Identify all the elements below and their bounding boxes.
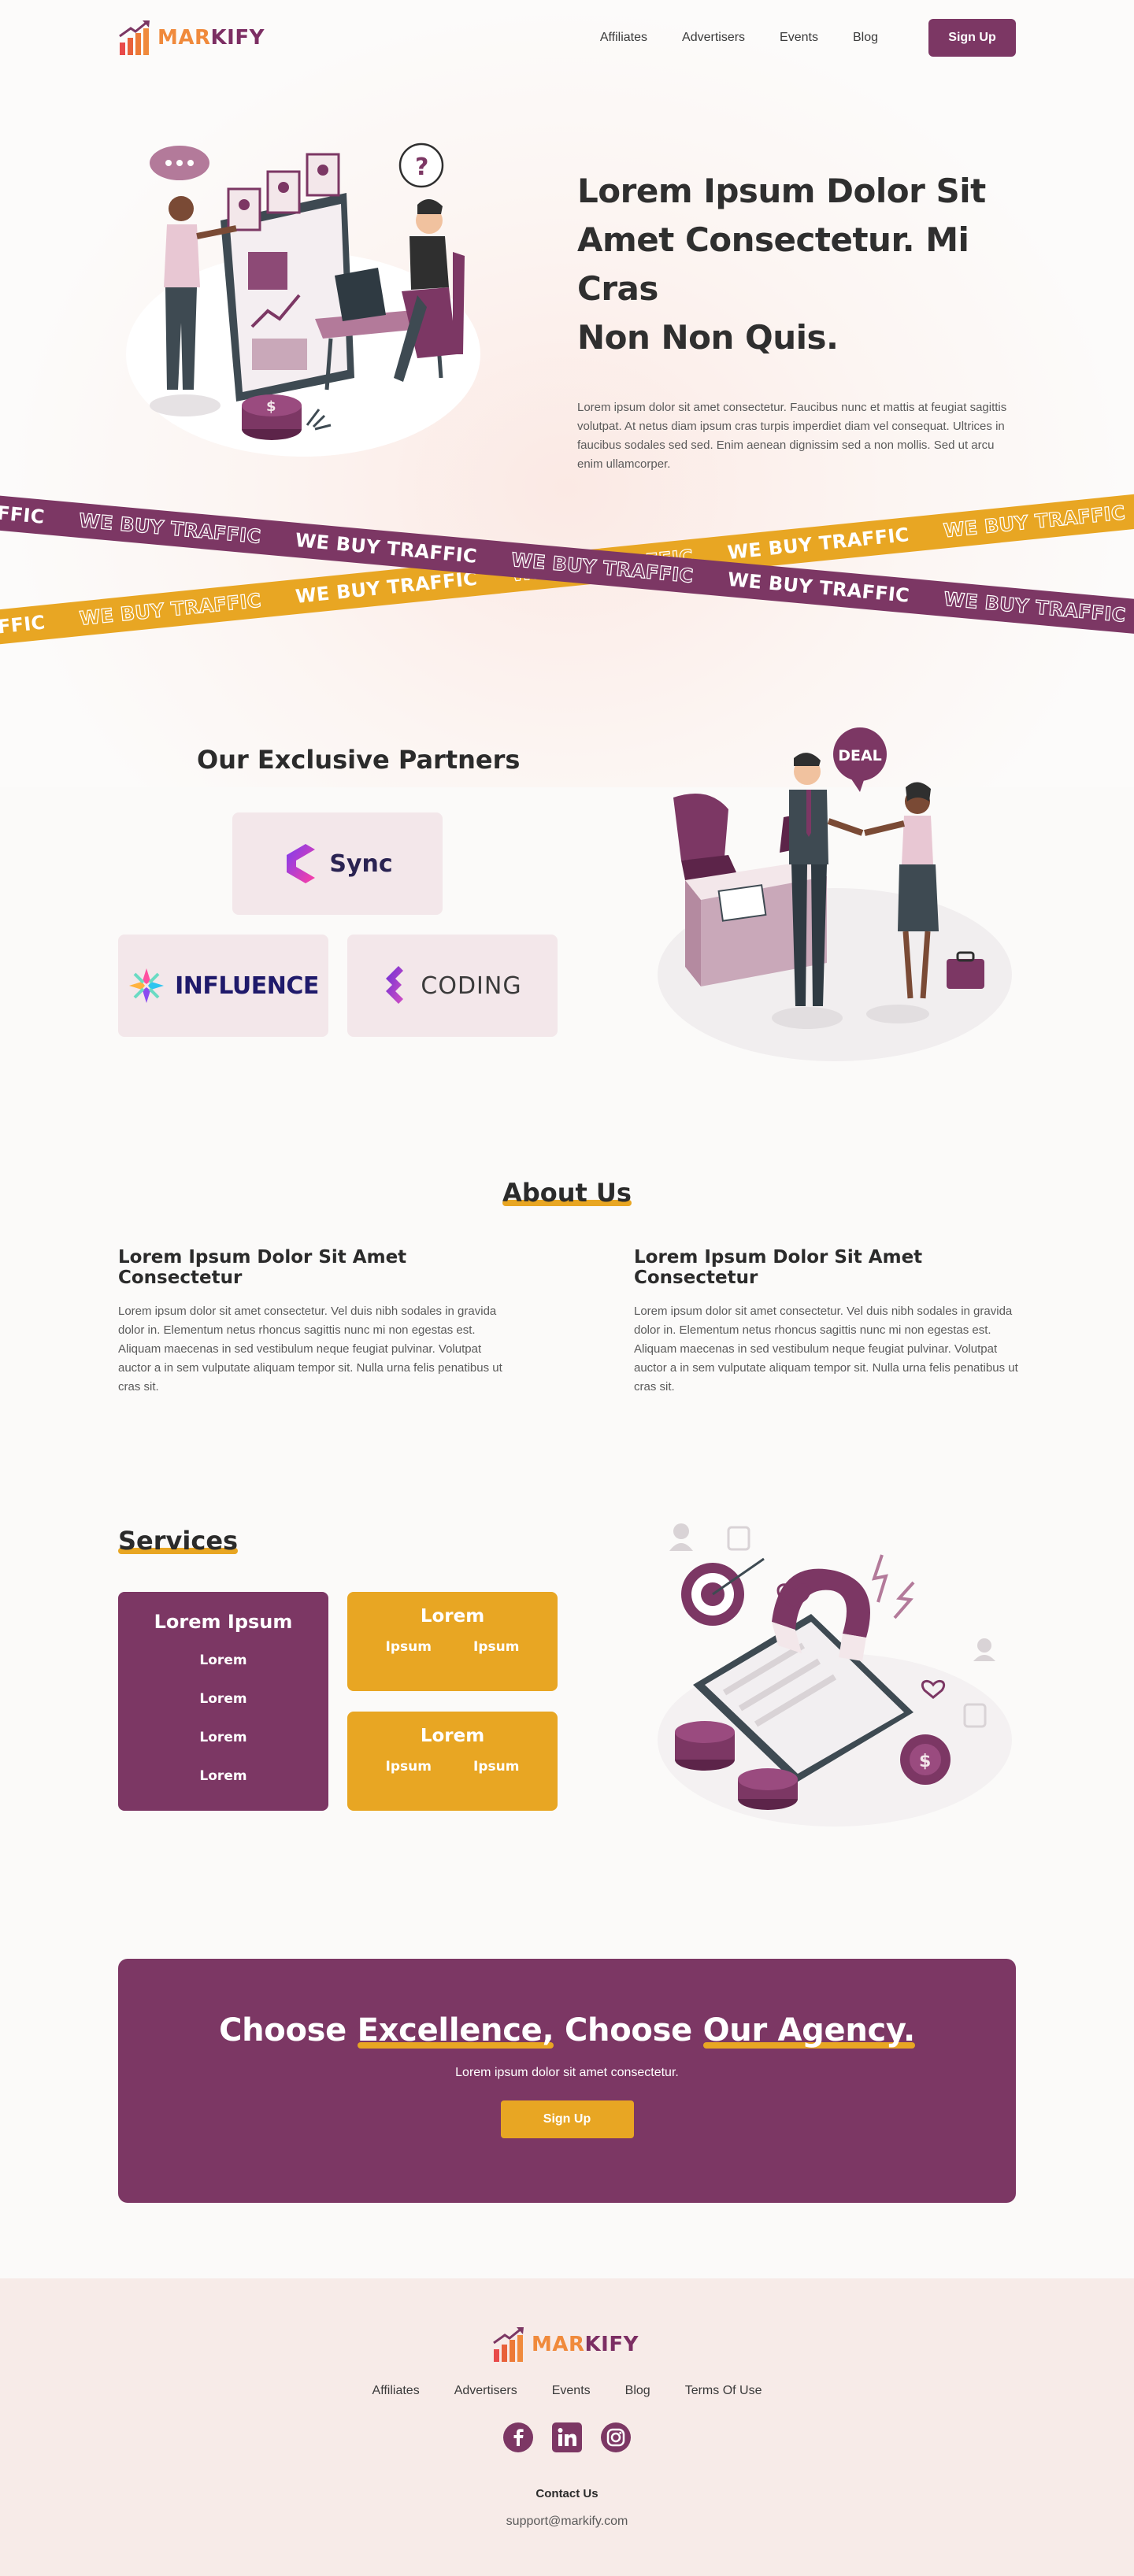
about-column-left: Lorem Ipsum Dolor Sit Amet Consectetur L… [118, 1247, 504, 1397]
cta-title: Choose Excellence, Choose Our Agency. [118, 2012, 1016, 2049]
about-title: About Us [0, 1178, 1134, 1208]
service-item: Lorem [199, 1653, 247, 1668]
top-navigation: MARKIFY Affiliates Advertisers Events Bl… [118, 17, 1016, 58]
service-item: Ipsum [473, 1759, 520, 1775]
service-card-small[interactable]: Lorem Ipsum Ipsum [347, 1592, 558, 1691]
about-heading: Lorem Ipsum Dolor Sit Amet Consectetur [118, 1247, 407, 1288]
instagram-icon[interactable] [600, 2422, 632, 2453]
hero-illustration: ? $ [126, 142, 480, 457]
services-title-text: Services [118, 1526, 239, 1556]
nav-link-blog[interactable]: Blog [853, 31, 878, 45]
hero-description: Lorem ipsum dolor sit amet consectetur. … [577, 401, 1007, 471]
coding-logo-icon [386, 966, 404, 1004]
service-item: Lorem [199, 1730, 247, 1745]
service-card-title: Lorem [420, 1726, 485, 1746]
about-text: Lorem ipsum dolor sit amet consectetur. … [634, 1305, 1018, 1393]
service-item: Lorem [199, 1768, 247, 1784]
footer-link-affiliates[interactable]: Affiliates [372, 2384, 420, 2398]
brand-logo[interactable]: MARKIFY [118, 17, 265, 58]
hero-text-block: Lorem Ipsum Dolor Sit Amet Consectetur. … [577, 167, 1018, 474]
service-item: Lorem [199, 1691, 247, 1707]
about-column-right: Lorem Ipsum Dolor Sit Amet Consectetur L… [634, 1247, 1020, 1397]
cta-title-text: Choose [219, 2012, 358, 2049]
partner-card-sync[interactable]: Sync [232, 812, 443, 915]
about-text: Lorem ipsum dolor sit amet consectetur. … [118, 1305, 502, 1393]
cta-banner: Choose Excellence, Choose Our Agency. Lo… [118, 1959, 1016, 2203]
nav-links: Affiliates Advertisers Events Blog [600, 17, 878, 58]
partner-name: Sync [329, 849, 393, 878]
linkedin-icon[interactable] [551, 2422, 583, 2453]
footer-link-terms[interactable]: Terms Of Use [685, 2384, 762, 2398]
cta-title-text: Our Agency. [702, 2012, 916, 2049]
nav-link-affiliates[interactable]: Affiliates [600, 31, 647, 45]
service-card-title: Lorem Ipsum [154, 1611, 293, 1633]
partner-name: INFLUENCE [175, 972, 319, 1000]
deal-bubble-text: DEAL [838, 747, 882, 764]
partners-title: Our Exclusive Partners [197, 745, 521, 775]
page: MARKIFY Affiliates Advertisers Events Bl… [0, 0, 1134, 2576]
partner-name: CODING [421, 972, 522, 1000]
cta-highlight: Our Agency. [702, 2012, 916, 2049]
chart-logo-icon [119, 20, 150, 55]
cta-signup-button[interactable]: Sign Up [500, 2100, 634, 2138]
nav-link-events[interactable]: Events [780, 31, 818, 45]
hero-title: Lorem Ipsum Dolor Sit Amet Consectetur. … [577, 167, 1018, 362]
footer-link-events[interactable]: Events [552, 2384, 591, 2398]
about-title-text: About Us [502, 1178, 632, 1208]
hero-title-line1: Lorem Ipsum Dolor Sit [577, 172, 986, 210]
contact-email[interactable]: support@markify.com [0, 2515, 1134, 2529]
brand-name: MARKIFY [158, 26, 265, 50]
cta-highlight: Excellence, [357, 2012, 554, 2049]
service-item: Ipsum [385, 1639, 432, 1655]
deal-illustration: DEAL [658, 727, 1012, 1061]
facebook-icon[interactable] [502, 2422, 534, 2453]
cta-description: Lorem ipsum dolor sit amet consectetur. [455, 2066, 679, 2079]
service-item: Ipsum [385, 1759, 432, 1775]
cta-title-text: Choose [554, 2012, 703, 2049]
svg-text:?: ? [415, 154, 428, 181]
hero-title-highlight: Non Non Quis. [577, 313, 839, 362]
brand-name: MARKIFY [532, 2333, 639, 2356]
service-card-main[interactable]: Lorem Ipsum Lorem Lorem Lorem Lorem [118, 1592, 328, 1811]
influence-logo-icon [129, 968, 165, 1003]
cta-title-text: Excellence, [357, 2012, 554, 2049]
partners-title-text: Our Exclusive Partners [197, 745, 521, 775]
sync-logo-icon [287, 844, 316, 883]
social-links [0, 2422, 1134, 2453]
service-card-title: Lorem [420, 1606, 485, 1627]
footer-link-advertisers[interactable]: Advertisers [454, 2384, 517, 2398]
svg-text:$: $ [266, 398, 276, 415]
footer-links: Affiliates Advertisers Events Blog Terms… [0, 2384, 1134, 2398]
service-item: Ipsum [473, 1639, 520, 1655]
footer-logo[interactable]: MARKIFY [492, 2326, 639, 2363]
contact-label: Contact Us [536, 2487, 598, 2500]
nav-link-advertisers[interactable]: Advertisers [682, 31, 745, 45]
magnet-illustration: $ [658, 1523, 1012, 1827]
services-title: Services [118, 1526, 239, 1556]
service-card-small[interactable]: Lorem Ipsum Ipsum [347, 1712, 558, 1811]
svg-text:$: $ [919, 1752, 931, 1771]
signup-button[interactable]: Sign Up [928, 19, 1016, 57]
chart-logo-icon [493, 2326, 524, 2362]
partner-card-coding[interactable]: CODING [347, 935, 558, 1037]
about-heading: Lorem Ipsum Dolor Sit Amet Consectetur [634, 1247, 923, 1288]
footer: MARKIFY Affiliates Advertisers Events Bl… [0, 2278, 1134, 2576]
partner-card-influence[interactable]: INFLUENCE [118, 935, 328, 1037]
footer-link-blog[interactable]: Blog [625, 2384, 650, 2398]
hero-title-line2: Amet Consectetur. Mi Cras [577, 220, 969, 308]
